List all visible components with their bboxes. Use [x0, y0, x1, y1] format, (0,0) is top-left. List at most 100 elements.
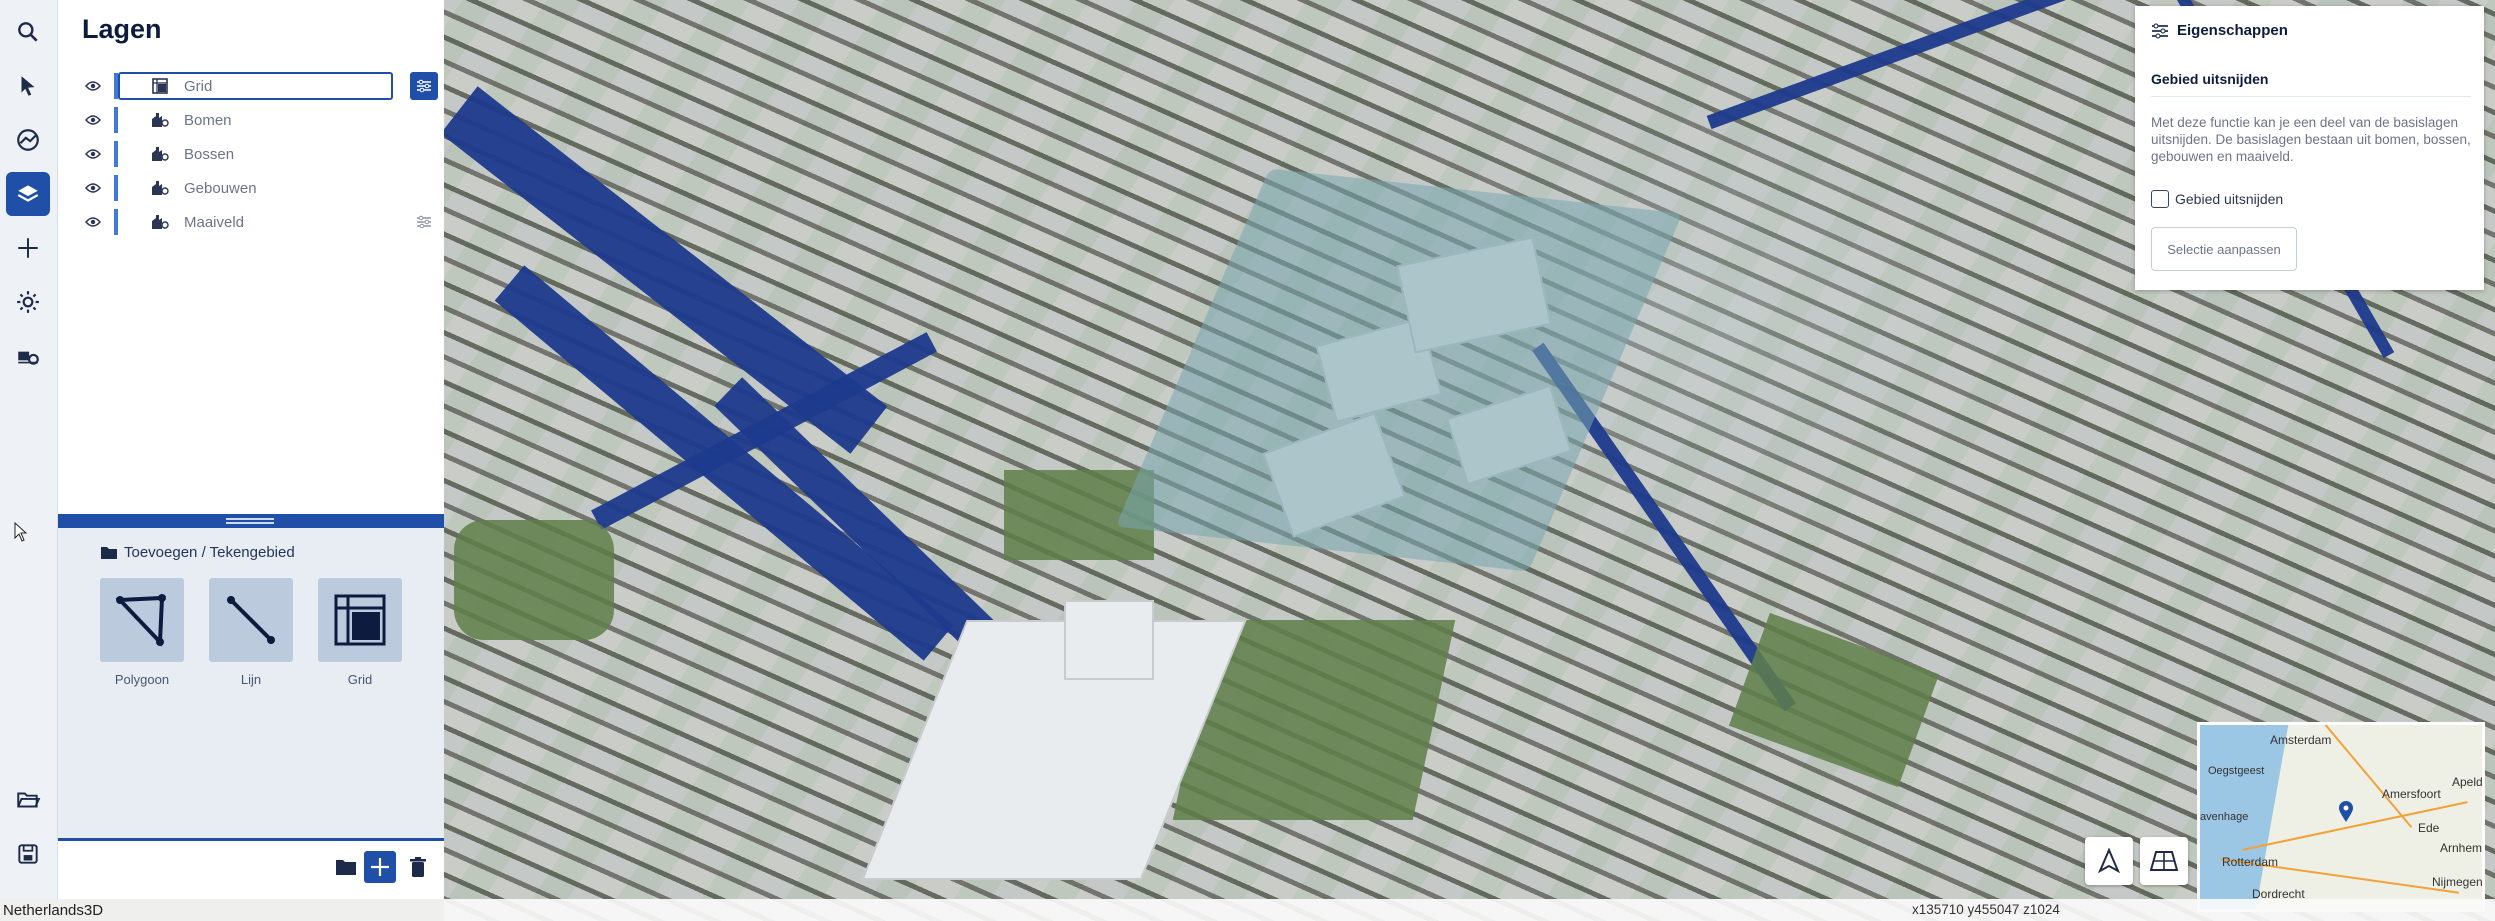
- add-section-label: Toevoegen / Tekengebied: [124, 544, 295, 561]
- visibility-toggle[interactable]: [82, 177, 104, 199]
- camera-button[interactable]: [6, 118, 50, 162]
- layer-color-bar: [114, 107, 118, 133]
- eye-icon: [85, 115, 101, 125]
- camera-icon: [17, 129, 39, 151]
- add-button[interactable]: [6, 226, 50, 270]
- building-layer-icon: [152, 181, 169, 195]
- minimap-city: Amsterdam: [2270, 733, 2332, 747]
- building-layer-icon: [152, 215, 169, 229]
- mouse-cursor-icon: [14, 522, 28, 542]
- eye-icon: [85, 149, 101, 159]
- layer-settings-button[interactable]: [410, 72, 438, 100]
- trash-icon: [410, 857, 426, 877]
- minimap[interactable]: Amsterdam Oegstgeest avenhage Amersfoort…: [2197, 722, 2485, 912]
- layer-type: [150, 178, 170, 198]
- building: [1064, 600, 1154, 680]
- layer-settings-button[interactable]: [410, 208, 438, 236]
- checkbox-box[interactable]: [2151, 190, 2169, 208]
- building-layer-icon: [152, 147, 169, 161]
- pointer-icon: [21, 76, 35, 96]
- delete-button[interactable]: [402, 851, 434, 883]
- line-label: Lijn: [240, 672, 262, 687]
- coordinate-readout: x135710 y455047 z1024: [1912, 902, 2060, 917]
- north-arrow-button[interactable]: [2085, 837, 2133, 885]
- layer-row-bossen[interactable]: Bossen: [82, 140, 438, 168]
- grid-label: Grid: [347, 672, 373, 687]
- layers-icon: [17, 185, 39, 202]
- minimap-city: Rotterdam: [2222, 855, 2279, 869]
- park: [1728, 612, 1940, 788]
- import-button[interactable]: [6, 334, 50, 378]
- cut-area-checkbox[interactable]: Gebied uitsnijden: [2151, 190, 2283, 208]
- drag-handle-icon[interactable]: [226, 518, 274, 524]
- properties-panel: Eigenschappen Gebied uitsnijden Met deze…: [2135, 6, 2484, 290]
- minimap-city: avenhage: [2200, 811, 2249, 823]
- layer-color-bar: [114, 175, 118, 201]
- save-button[interactable]: [6, 832, 50, 876]
- polygon-label: Polygoon: [114, 672, 170, 687]
- grid-tile[interactable]: [318, 578, 402, 662]
- polygon-tool[interactable]: Polygoon: [100, 578, 184, 687]
- minimap-city: Nijmegen: [2432, 875, 2483, 889]
- perspective-grid-icon: [2150, 851, 2178, 871]
- layers-button[interactable]: [6, 172, 50, 216]
- location-pin-icon: [2339, 801, 2353, 822]
- divider: [2151, 96, 2471, 97]
- folder-button[interactable]: [330, 851, 362, 883]
- layer-row-bomen[interactable]: Bomen: [82, 106, 438, 134]
- grid-icon: [334, 594, 386, 646]
- layer-color-bar: [114, 209, 118, 235]
- minimap-city: Oegstgeest: [2208, 765, 2265, 777]
- properties-title: Eigenschappen: [2177, 22, 2288, 39]
- layer-row-grid[interactable]: Grid: [82, 72, 438, 100]
- app-name: Netherlands3D: [3, 902, 104, 919]
- perspective-button[interactable]: [2140, 837, 2188, 885]
- line-icon: [227, 596, 275, 644]
- grid-tool[interactable]: Grid: [318, 578, 402, 687]
- sun-button[interactable]: [6, 280, 50, 324]
- add-section-title: Toevoegen / Tekengebied: [100, 544, 295, 561]
- properties-description: Met deze functie kan je een deel van de …: [2151, 115, 2471, 164]
- search-button[interactable]: [6, 10, 50, 54]
- visibility-toggle[interactable]: [82, 143, 104, 165]
- eye-icon: [85, 217, 101, 227]
- canal: [1706, 0, 2182, 130]
- layer-label: Bossen: [184, 145, 235, 163]
- polygon-tile[interactable]: [100, 578, 184, 662]
- add-layer-button[interactable]: [364, 851, 396, 883]
- polygon-icon: [115, 594, 166, 647]
- properties-subtitle: Gebied uitsnijden: [2151, 71, 2269, 87]
- layer-row-maaiveld[interactable]: Maaiveld: [82, 208, 438, 236]
- select-button[interactable]: [6, 64, 50, 108]
- visibility-toggle[interactable]: [82, 211, 104, 233]
- layer-label: Bomen: [184, 111, 232, 129]
- visibility-toggle[interactable]: [82, 109, 104, 131]
- eye-icon: [85, 81, 101, 91]
- panel-splitter[interactable]: [58, 514, 444, 528]
- sliders-icon: [417, 79, 431, 93]
- plus-icon: [371, 858, 389, 876]
- layer-color-bar: [114, 141, 118, 167]
- visibility-toggle[interactable]: [82, 75, 104, 97]
- cut-selection-area[interactable]: [1115, 168, 1683, 572]
- adjust-selection-button[interactable]: Selectie aanpassen: [2151, 227, 2297, 271]
- selection-outline: [118, 72, 393, 100]
- folder-icon: [101, 546, 117, 559]
- sun-icon: [17, 291, 39, 313]
- left-toolbar: [0, 0, 58, 899]
- building-layer-icon: [152, 113, 169, 127]
- layer-type: [150, 110, 170, 130]
- layer-label: Maaiveld: [184, 213, 245, 231]
- minimap-city: Amersfoort: [2382, 787, 2441, 801]
- add-draw-area: Toevoegen / Tekengebied Polygoon Lijn Gr…: [58, 528, 444, 838]
- layer-row-gebouwen[interactable]: Gebouwen: [82, 174, 438, 202]
- line-tile[interactable]: [209, 578, 293, 662]
- import-icon: [18, 351, 39, 365]
- building: [861, 620, 1247, 880]
- open-folder-icon: [17, 792, 41, 808]
- sliders-icon: [417, 215, 431, 229]
- checkbox-label: Gebied uitsnijden: [2175, 191, 2284, 207]
- compass-arrow-icon: [2097, 848, 2121, 874]
- open-button[interactable]: [6, 778, 50, 822]
- line-tool[interactable]: Lijn: [209, 578, 293, 687]
